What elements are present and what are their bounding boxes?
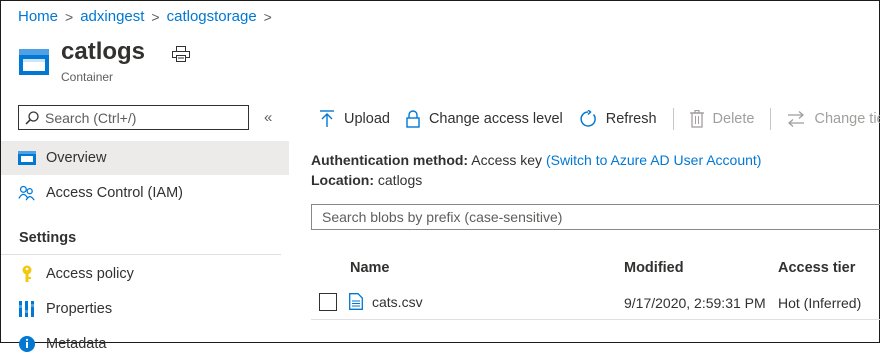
print-icon[interactable] <box>172 46 190 62</box>
sidebar-item-label: Access Control (IAM) <box>46 185 183 201</box>
auth-method-line: Authentication method: Access key (Switc… <box>311 152 761 168</box>
blob-modified: 9/17/2020, 2:59:31 PM <box>624 295 766 311</box>
breadcrumb-separator-icon: > <box>151 8 160 25</box>
sidebar-search-input[interactable] <box>43 108 247 127</box>
people-icon <box>18 184 36 202</box>
breadcrumb-storage[interactable]: catlogstorage <box>167 8 257 25</box>
blob-search-input[interactable] <box>320 208 880 226</box>
refresh-icon <box>580 110 596 127</box>
switch-to-azure-ad-link[interactable]: (Switch to Azure AD User Account) <box>546 152 762 168</box>
breadcrumb-separator-icon: > <box>263 8 272 25</box>
change-tier-button[interactable]: Change tier <box>787 111 880 127</box>
auth-method-label: Authentication method: <box>311 152 469 168</box>
sidebar-section-settings: Settings <box>19 230 77 246</box>
sidebar-item-metadata[interactable]: Metadata <box>1 327 289 361</box>
sidebar-item-access-policy[interactable]: Access policy <box>1 257 289 291</box>
upload-label: Upload <box>344 111 390 127</box>
page-subtitle: Container <box>61 70 114 84</box>
properties-icon <box>18 300 36 318</box>
breadcrumb: Home > adxingest > catlogstorage > <box>18 8 279 25</box>
blob-search <box>311 204 880 230</box>
command-bar: Upload Change access level Refresh Delet… <box>319 107 880 131</box>
collapse-sidebar-button[interactable]: « <box>264 109 272 126</box>
sidebar-item-label: Access policy <box>46 266 134 282</box>
sidebar-item-access-control[interactable]: Access Control (IAM) <box>1 176 289 210</box>
toolbar-divider <box>770 108 772 130</box>
info-icon <box>18 335 36 353</box>
delete-button[interactable]: Delete <box>689 110 755 128</box>
sidebar-item-label: Overview <box>46 150 107 166</box>
breadcrumb-home[interactable]: Home <box>18 8 58 25</box>
file-icon <box>349 293 363 310</box>
sidebar-item-properties[interactable]: Properties <box>1 292 289 326</box>
change-access-level-button[interactable]: Change access level <box>406 110 563 128</box>
change-access-level-label: Change access level <box>428 111 563 127</box>
column-header-access-tier[interactable]: Access tier <box>778 260 855 276</box>
sidebar-item-label: Metadata <box>46 336 107 352</box>
auth-method-value: Access key <box>471 152 543 168</box>
breadcrumb-storage-account[interactable]: adxingest <box>80 8 144 25</box>
toolbar-divider <box>672 108 674 130</box>
upload-icon <box>320 110 334 127</box>
delete-label: Delete <box>712 111 755 127</box>
search-icon <box>25 110 39 125</box>
sidebar-item-label: Properties <box>46 301 113 317</box>
sidebar-item-overview[interactable]: Overview <box>1 141 289 175</box>
column-header-name[interactable]: Name <box>350 260 390 276</box>
row-checkbox[interactable] <box>319 293 337 311</box>
location-line: Location: catlogs <box>311 172 422 188</box>
section-divider <box>1 254 281 255</box>
container-icon <box>19 49 49 75</box>
refresh-label: Refresh <box>605 111 657 127</box>
refresh-button[interactable]: Refresh <box>579 110 657 128</box>
lock-icon <box>406 110 420 128</box>
page-title: catlogs <box>61 38 146 65</box>
trash-icon <box>689 110 704 128</box>
column-header-modified[interactable]: Modified <box>624 260 684 276</box>
sidebar-search <box>18 105 249 130</box>
blob-name: cats.csv <box>372 293 423 310</box>
key-icon <box>18 265 36 283</box>
breadcrumb-separator-icon: > <box>65 8 74 25</box>
swap-icon <box>788 111 805 127</box>
location-label: Location: <box>311 172 374 188</box>
change-tier-label: Change tier <box>814 111 880 127</box>
container-icon <box>18 149 36 167</box>
blob-name-link[interactable]: cats.csv <box>349 293 423 310</box>
upload-button[interactable]: Upload <box>319 110 390 128</box>
row-divider <box>311 319 880 320</box>
blob-access-tier: Hot (Inferred) <box>778 295 862 311</box>
location-value: catlogs <box>377 172 423 188</box>
